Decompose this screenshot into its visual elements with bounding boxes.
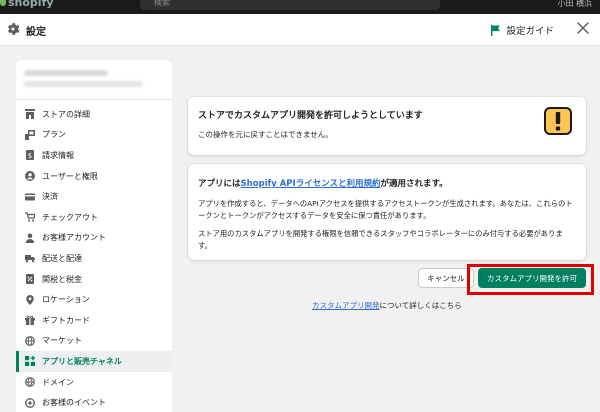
cancel-button[interactable]: キャンセル xyxy=(418,268,474,288)
warning-card: ストアでカスタムアプリ開発を許可しようとしています この操作を元に戻すことはでき… xyxy=(188,97,586,155)
event-icon xyxy=(25,397,35,408)
location-icon xyxy=(26,294,34,305)
settings-nav: ストアの詳細 プラン $ 請求情報 ユーザーと権限 決済 チェックアウト お客様… xyxy=(16,100,172,412)
sidebar-item-markets[interactable]: マーケット xyxy=(16,331,172,352)
truck-icon xyxy=(25,255,35,263)
sidebar-item-customer-accounts[interactable]: お客様アカウント xyxy=(16,228,172,249)
modal-header: 設定 設定ガイド xyxy=(0,14,600,46)
sidebar-item-plan[interactable]: プラン xyxy=(16,125,172,146)
sidebar-item-domains[interactable]: ドメイン xyxy=(16,372,172,393)
sidebar-item-apps-sales-channels[interactable]: アプリと販売チャネル xyxy=(16,351,172,372)
setup-guide-label: 設定ガイド xyxy=(506,26,554,37)
modal-title: 設定 xyxy=(26,27,46,38)
search-bar[interactable]: 検索 xyxy=(140,0,440,10)
custom-app-development-link[interactable]: カスタムアプリ開発 xyxy=(312,301,380,310)
api-token-text: アプリを作成すると、データへのAPIアクセスを提供するアクセストークンが生成され… xyxy=(198,199,573,220)
customer-icon xyxy=(25,233,35,243)
sidebar-item-billing[interactable]: $ 請求情報 xyxy=(16,145,172,166)
gift-icon xyxy=(25,316,35,326)
store-url-blurred xyxy=(24,81,143,87)
warning-text: この操作を元に戻すことはできません。 xyxy=(198,130,333,139)
svg-text:$: $ xyxy=(28,152,32,160)
settings-sidebar: ストアの詳細 プラン $ 請求情報 ユーザーと権限 決済 チェックアウト お客様… xyxy=(16,60,172,412)
user-name[interactable]: 小田 横浜 xyxy=(557,0,592,9)
close-icon[interactable] xyxy=(576,21,590,35)
apps-icon xyxy=(25,356,35,367)
setup-guide-link[interactable]: 設定ガイド xyxy=(491,23,554,37)
api-license-link[interactable]: Shopify APIライセンスと利用規約 xyxy=(241,179,381,189)
sidebar-item-payments[interactable]: 決済 xyxy=(16,186,172,207)
sidebar-item-customer-events[interactable]: お客様のイベント xyxy=(16,392,172,412)
sidebar-item-locations[interactable]: ロケーション xyxy=(16,289,172,310)
allow-custom-app-development-button[interactable]: カスタムアプリ開発を許可 xyxy=(478,268,586,288)
cart-icon xyxy=(25,212,35,222)
permission-text: ストア用のカスタムアプリを開発する権限を信頼できるスタッフやコラボレーターにのみ… xyxy=(198,229,563,250)
warning-icon xyxy=(544,107,572,135)
plan-icon xyxy=(25,129,35,140)
tax-icon xyxy=(26,274,34,285)
user-icon xyxy=(25,171,35,182)
domain-icon xyxy=(25,377,35,387)
api-terms-heading: アプリにはShopify APIライセンスと利用規約が適用されます。 xyxy=(198,179,448,189)
sidebar-item-store-details[interactable]: ストアの詳細 xyxy=(16,104,172,125)
globe-icon xyxy=(25,335,35,346)
gear-icon xyxy=(7,23,20,35)
shopify-topbar: shopify 検索 小田 横浜 xyxy=(0,0,600,14)
store-name-blurred xyxy=(24,70,108,76)
warning-heading: ストアでカスタムアプリ開発を許可しようとしています xyxy=(198,111,423,121)
sidebar-item-taxes[interactable]: 関税と税金 xyxy=(16,269,172,290)
store-icon xyxy=(25,109,35,120)
learn-more: カスタムアプリ開発について詳しくはこちら xyxy=(312,301,462,310)
billing-icon: $ xyxy=(26,150,34,161)
flag-icon xyxy=(491,24,501,36)
shopify-bag-icon xyxy=(0,0,6,6)
shopify-logo[interactable]: shopify xyxy=(8,0,54,9)
sidebar-item-checkout[interactable]: チェックアウト xyxy=(16,207,172,228)
sidebar-item-users[interactable]: ユーザーと権限 xyxy=(16,166,172,187)
api-terms-card: アプリにはShopify APIライセンスと利用規約が適用されます。 アプリを作… xyxy=(188,164,586,260)
sidebar-item-shipping[interactable]: 配送と配達 xyxy=(16,248,172,269)
payment-icon xyxy=(25,193,35,201)
store-info-blurred[interactable] xyxy=(16,60,172,100)
sidebar-item-gift-cards[interactable]: ギフトカード xyxy=(16,310,172,331)
